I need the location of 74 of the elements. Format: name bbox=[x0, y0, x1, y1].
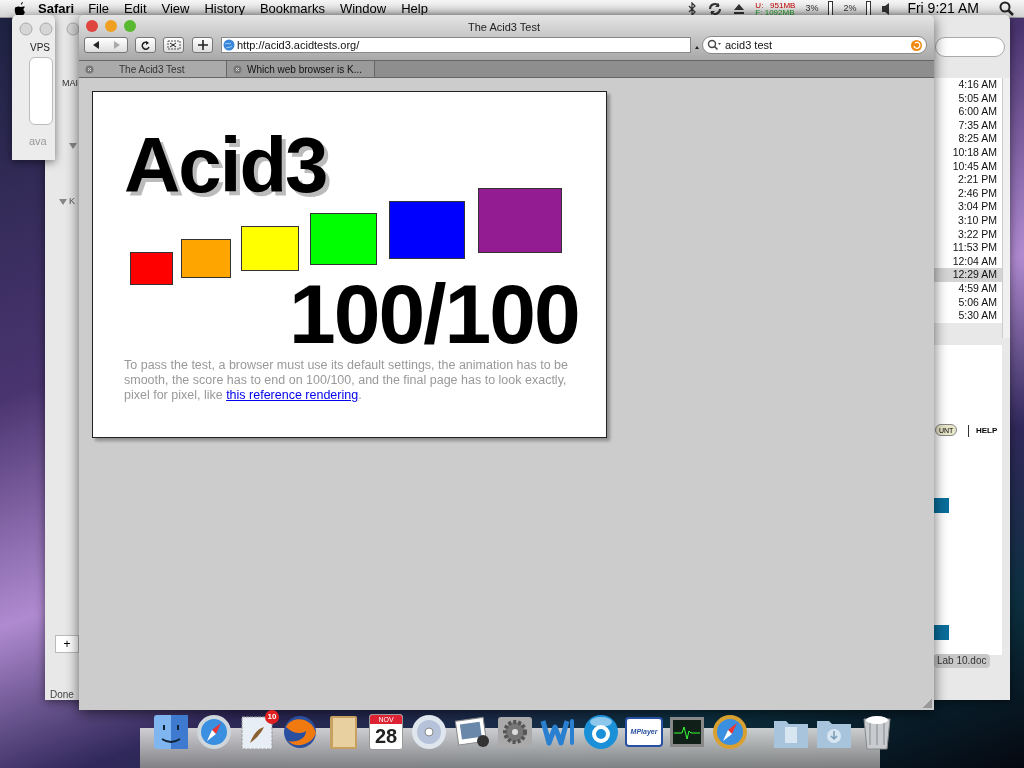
calendar-day: 28 bbox=[374, 724, 398, 748]
chart-bar bbox=[934, 498, 949, 513]
back-icon bbox=[91, 40, 100, 50]
cpu-meter bbox=[866, 1, 872, 16]
back-forward-buttons[interactable] bbox=[84, 37, 128, 53]
window-buttons-icon bbox=[19, 22, 53, 36]
disclosure-triangle-icon bbox=[59, 198, 67, 205]
finder-face-icon[interactable] bbox=[152, 713, 190, 751]
minimized-window-label[interactable]: Lab 10.doc bbox=[934, 654, 990, 668]
scissors-icon bbox=[166, 40, 181, 50]
window-buttons-icon bbox=[85, 19, 137, 33]
cpu-reading: 3% bbox=[805, 1, 819, 15]
disc-icon[interactable] bbox=[410, 713, 448, 751]
menu-title[interactable]: Safari bbox=[38, 0, 75, 19]
window-button-icon bbox=[66, 22, 80, 36]
menu-item[interactable]: Help bbox=[401, 0, 428, 19]
add-button[interactable]: + bbox=[55, 635, 79, 653]
orb-icon[interactable] bbox=[582, 713, 620, 751]
globe-icon[interactable] bbox=[281, 713, 319, 751]
section-label: MAI bbox=[62, 77, 78, 90]
list-item[interactable]: 12:29 AM bbox=[934, 268, 1002, 282]
memory-used: U: 951MB bbox=[755, 1, 796, 9]
acid3-heading: Acid3 bbox=[124, 126, 327, 204]
volume-icon bbox=[881, 1, 892, 16]
menu-item[interactable]: File bbox=[88, 0, 110, 19]
plus-icon bbox=[197, 40, 208, 50]
menu-item[interactable]: Bookmarks bbox=[259, 0, 325, 19]
snippet-button[interactable] bbox=[163, 37, 184, 53]
cpu-reading: 2% bbox=[843, 1, 857, 15]
menu-clock: Fri 9:21 AM bbox=[907, 0, 979, 18]
reset-icon bbox=[911, 39, 922, 51]
status-text: Done bbox=[50, 688, 74, 702]
sync-icon bbox=[707, 1, 724, 16]
help-link[interactable]: HELP bbox=[968, 425, 998, 437]
search-icon bbox=[999, 1, 1014, 16]
compass-icon[interactable] bbox=[711, 713, 749, 751]
menu-item[interactable]: History bbox=[204, 0, 245, 19]
stamp-icon[interactable] bbox=[238, 713, 276, 751]
eject-icon bbox=[733, 2, 746, 15]
chart-bar bbox=[934, 625, 949, 640]
close-icon bbox=[85, 64, 94, 74]
disclosure-triangle-icon bbox=[69, 143, 77, 149]
reload-button[interactable] bbox=[135, 37, 156, 53]
group-label: K bbox=[69, 195, 75, 208]
url-text: http://acid3.acidtests.org/ bbox=[237, 37, 360, 53]
scroll-bar[interactable] bbox=[1002, 78, 1010, 338]
search-field[interactable]: acid3 test bbox=[702, 36, 927, 54]
browser-tab[interactable]: Which web browser is K... bbox=[227, 61, 375, 77]
description-paragraph: To pass the test, a browser must use its default settings, the animation has to be smooth, the score has to end on 100/100, and the final page has to look exactly, pixel for pixel, like this reference rendering. bbox=[124, 358, 569, 403]
add-bookmark-button[interactable] bbox=[192, 37, 213, 53]
browser-tab[interactable]: The Acid3 Test bbox=[79, 61, 227, 77]
memory-free: F: 1092MB bbox=[755, 8, 796, 16]
notification-badge: 10 bbox=[265, 710, 279, 724]
cpu-meter bbox=[828, 1, 834, 16]
panel-box bbox=[29, 57, 53, 125]
apple-icon bbox=[12, 0, 28, 17]
reload-icon bbox=[140, 39, 151, 51]
close-icon bbox=[233, 64, 242, 74]
forward-icon bbox=[112, 40, 121, 50]
search-field[interactable] bbox=[935, 37, 1005, 57]
window-title: The Acid3 Test bbox=[468, 20, 540, 35]
search-icon bbox=[707, 39, 721, 51]
caret-icon bbox=[695, 45, 699, 49]
menu-item[interactable]: Window bbox=[339, 0, 387, 19]
window-label: VPS bbox=[30, 41, 50, 55]
address-field[interactable]: http://acid3.acidtests.org/ bbox=[221, 37, 691, 53]
menu-item[interactable]: View bbox=[161, 0, 190, 19]
menu-item[interactable]: Edit bbox=[124, 0, 147, 19]
bluetooth-icon bbox=[687, 1, 698, 16]
search-text: acid3 test bbox=[725, 37, 773, 53]
window-text: ava bbox=[29, 134, 47, 149]
globe-icon bbox=[223, 39, 235, 51]
score-text: 100/100 bbox=[289, 272, 579, 356]
compass-icon[interactable] bbox=[195, 713, 233, 751]
